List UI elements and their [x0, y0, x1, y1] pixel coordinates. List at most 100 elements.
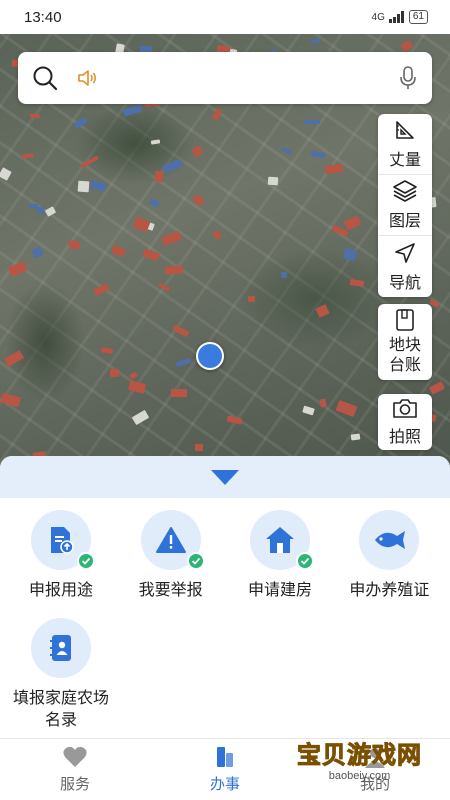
- heart-icon: [63, 746, 87, 767]
- service-build-house[interactable]: 申请建房: [225, 510, 334, 602]
- map-building: [93, 283, 110, 296]
- map-building: [21, 153, 35, 159]
- tool-measure[interactable]: 丈量: [378, 114, 432, 175]
- battery-icon: 61: [408, 10, 428, 24]
- service-grid: 申报用途 我要举报 申请建房 申办养殖证 填报家庭农场名录: [0, 498, 450, 732]
- fish-icon: [375, 531, 406, 549]
- tool-layers[interactable]: 图层: [378, 175, 432, 236]
- map-building: [400, 40, 414, 52]
- map-building: [128, 380, 146, 394]
- watermark-logo: 宝贝游戏网 baobeiy.com: [297, 735, 422, 783]
- check-icon: [186, 552, 205, 570]
- search-icon[interactable]: [32, 65, 58, 91]
- map-building: [280, 147, 293, 155]
- tool-layers-label: 图层: [388, 213, 421, 230]
- status-bar: 13:40 4G 61: [0, 0, 450, 34]
- map-building: [172, 324, 190, 338]
- map-building: [161, 230, 182, 247]
- map-building: [129, 371, 138, 380]
- map-building: [77, 180, 90, 193]
- map-building: [3, 350, 25, 367]
- service-icon-bg: [31, 510, 95, 570]
- map-building: [175, 357, 192, 368]
- map-building: [73, 117, 88, 129]
- tool-navigate[interactable]: 导航: [378, 236, 432, 297]
- tool-land-ledger-label: 地块 台账: [388, 337, 421, 374]
- map-building: [110, 244, 127, 258]
- service-aquaculture-license[interactable]: 申办养殖证: [335, 510, 444, 602]
- service-label: 申请建房: [247, 582, 312, 599]
- microphone-icon[interactable]: [398, 65, 418, 91]
- map-building: [343, 215, 362, 231]
- navigate-icon: [395, 242, 415, 263]
- check-icon: [295, 552, 314, 570]
- map-building: [67, 240, 79, 247]
- map-building: [132, 216, 151, 233]
- map-building: [44, 206, 57, 217]
- map-building: [226, 415, 243, 425]
- ledger-icon: [396, 309, 414, 331]
- tab-affairs-label: 办事: [209, 776, 240, 793]
- map-building: [342, 247, 358, 262]
- tab-service[interactable]: 服务: [0, 739, 150, 800]
- service-family-farm[interactable]: 填报家庭农场名录: [6, 618, 116, 732]
- map-building: [142, 248, 160, 262]
- map-building: [170, 388, 188, 398]
- search-input[interactable]: [112, 58, 398, 98]
- map-building: [90, 179, 107, 193]
- tool-navigate-label: 导航: [388, 274, 421, 292]
- camera-icon: [393, 399, 417, 418]
- network-label: 4G: [371, 11, 385, 23]
- map-building: [315, 304, 330, 318]
- location-marker[interactable]: [196, 342, 224, 370]
- tool-measure-label: 丈量: [388, 152, 421, 169]
- tool-camera[interactable]: 拍照: [378, 394, 432, 450]
- warning-icon: [155, 527, 186, 553]
- search-bar[interactable]: [18, 52, 432, 104]
- map-building: [194, 443, 204, 452]
- tool-land-ledger[interactable]: 地块 台账: [378, 304, 432, 380]
- service-report[interactable]: 我要举报: [116, 510, 225, 602]
- collapse-handle[interactable]: [0, 456, 450, 498]
- map-building: [247, 295, 256, 303]
- map-building: [267, 176, 279, 186]
- house-icon: [265, 527, 294, 553]
- map-building: [350, 433, 361, 441]
- map-building: [212, 230, 222, 240]
- tab-affairs[interactable]: 办事: [150, 739, 300, 800]
- service-icon-bg: [140, 510, 205, 570]
- status-time: 13:40: [24, 8, 62, 26]
- tool-camera-label: 拍照: [388, 429, 421, 446]
- layers-icon: [393, 180, 417, 202]
- watermark-text: 宝贝游戏网: [297, 742, 422, 770]
- contacts-book-icon: [50, 635, 71, 661]
- map-building: [122, 104, 143, 117]
- map-building: [349, 279, 365, 287]
- service-label: 我要举报: [138, 582, 203, 599]
- service-icon-bg: [359, 510, 420, 570]
- tab-service-label: 服务: [59, 776, 90, 793]
- map-building: [0, 167, 12, 181]
- map-building: [154, 170, 164, 183]
- ledger-panel: 地块 台账: [378, 304, 432, 380]
- map-building: [36, 206, 45, 215]
- services-sheet: 申报用途 我要举报 申请建房 申办养殖证 填报家庭农场名录: [0, 456, 450, 738]
- map-building: [31, 246, 44, 259]
- map-building: [164, 265, 184, 275]
- status-indicators: 4G 61: [372, 10, 428, 24]
- service-declare-use[interactable]: 申报用途: [6, 510, 116, 602]
- map-building: [0, 392, 21, 408]
- service-icon-bg: [31, 618, 91, 678]
- map-building: [109, 368, 120, 378]
- service-label: 填报家庭农场名录: [12, 690, 109, 729]
- map-building: [131, 409, 150, 426]
- speaker-icon[interactable]: [76, 67, 98, 89]
- map-building: [211, 108, 223, 121]
- map-tools-panel: 丈量 图层 导航: [378, 114, 432, 297]
- map-building: [303, 119, 321, 125]
- battery-level: 61: [412, 11, 424, 22]
- map-building: [157, 282, 171, 292]
- service-label: 申报用途: [28, 582, 93, 599]
- chevron-down-icon: [211, 470, 239, 485]
- document-upload-icon: [51, 527, 74, 554]
